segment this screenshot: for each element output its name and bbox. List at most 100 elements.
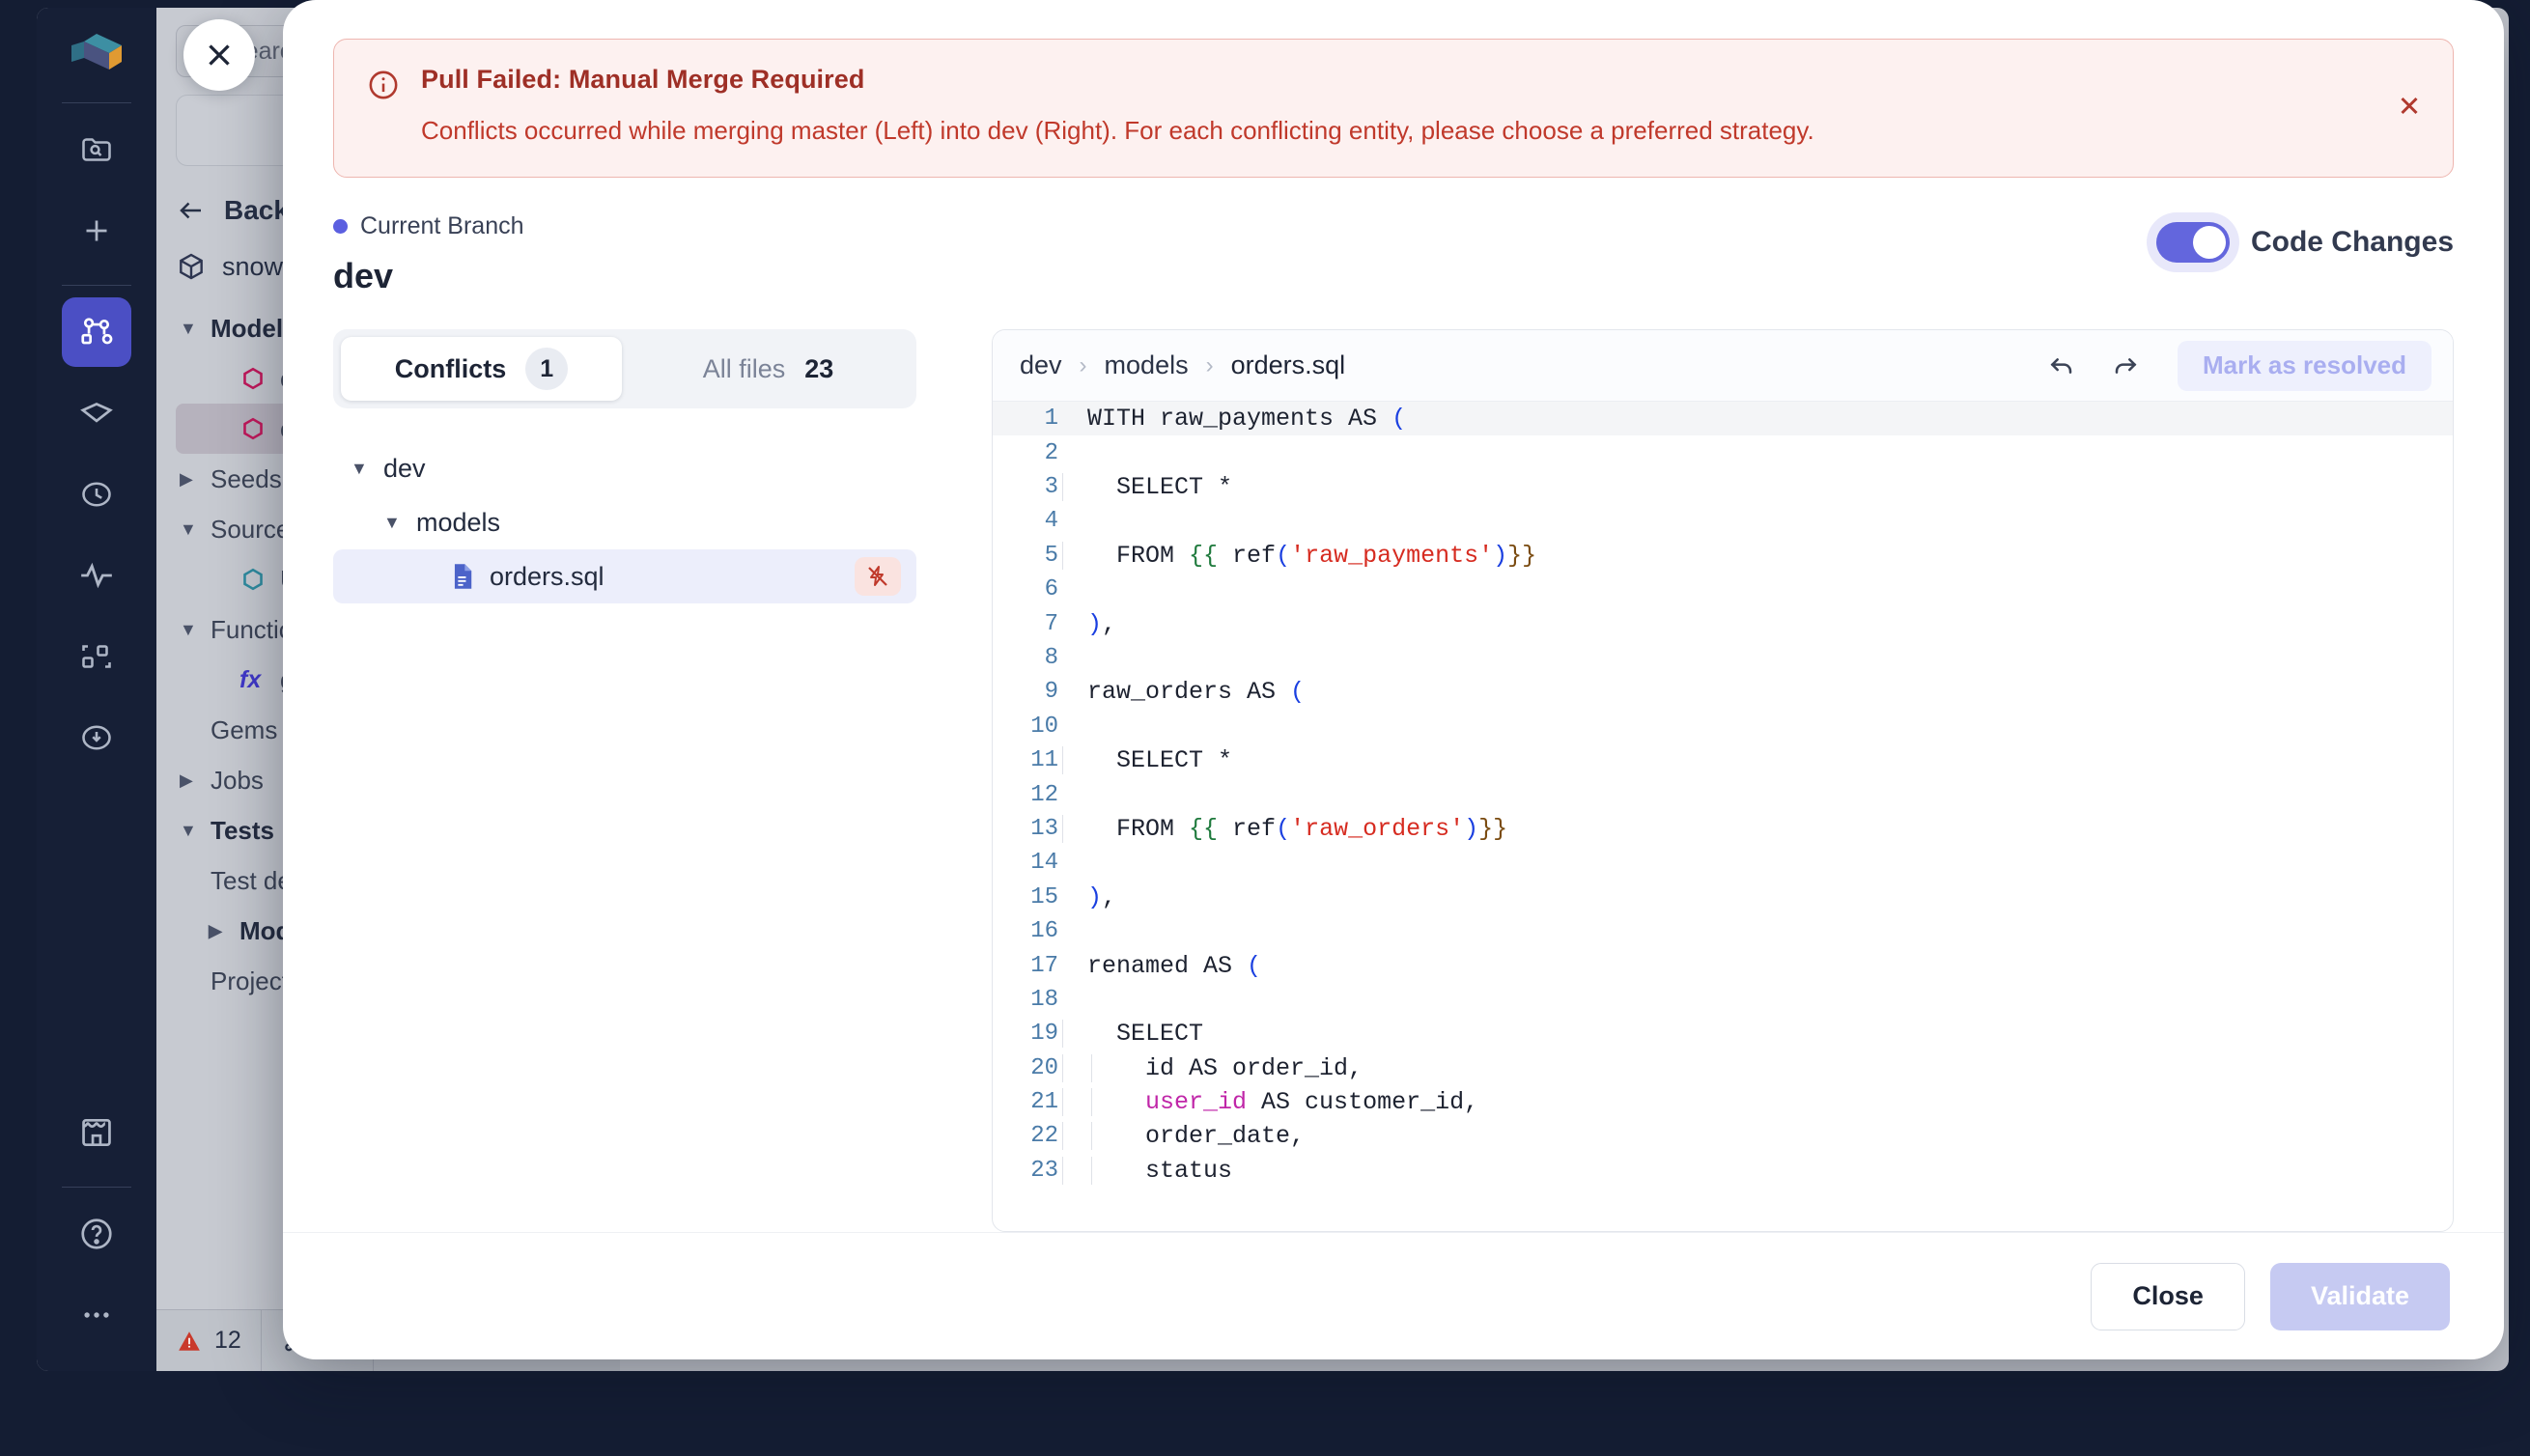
code-line[interactable]: 9 raw_orders AS (: [993, 675, 2453, 709]
code-line[interactable]: 22 order_date,: [993, 1119, 2453, 1153]
tab-conflicts[interactable]: Conflicts 1: [341, 337, 622, 402]
validate-button[interactable]: Validate: [2269, 1262, 2450, 1330]
rail-divider-2: [62, 285, 131, 286]
file-tree-label: orders.sql: [490, 561, 604, 591]
code-token: raw_orders AS: [1087, 678, 1291, 707]
cube-icon: [180, 253, 203, 280]
breadcrumb-2[interactable]: orders.sql: [1231, 350, 1346, 380]
code-changes-label: Code Changes: [2250, 226, 2454, 259]
conflict-zap-icon[interactable]: [855, 557, 901, 597]
line-number: 8: [1044, 645, 1058, 672]
indent-guide: [1091, 1053, 1092, 1082]
line-number: 12: [1030, 781, 1058, 808]
code-line[interactable]: 8: [993, 641, 2453, 675]
code-line[interactable]: 16: [993, 914, 2453, 948]
code-line[interactable]: 1 WITH raw_payments AS (: [993, 402, 2453, 436]
code-token: (: [1247, 951, 1262, 980]
code-token: 'raw_payments': [1290, 541, 1494, 570]
pipeline-graph-icon[interactable]: [62, 297, 131, 367]
code-line[interactable]: 5 FROM {{ ref('raw_payments')}}: [993, 539, 2453, 573]
code-line[interactable]: 19 SELECT: [993, 1017, 2453, 1050]
screen-root: Search Proje Back to snowfl ▼Modelscusor…: [0, 0, 2530, 1456]
tab-label: All files: [702, 353, 786, 383]
code-line[interactable]: 11 SELECT *: [993, 743, 2453, 777]
line-number: 2: [1044, 439, 1058, 466]
file-tree-row[interactable]: ▼ dev: [333, 441, 916, 495]
code-text: SELECT *: [1062, 473, 2453, 502]
file-tree-label: dev: [383, 453, 426, 483]
chevron-right-icon-2: ›: [1205, 351, 1214, 378]
nodes-icon[interactable]: [62, 622, 131, 691]
code-token: (: [1276, 814, 1291, 843]
app-logo[interactable]: [62, 23, 131, 85]
close-button[interactable]: Close: [2091, 1262, 2245, 1330]
code-text: renamed AS (: [1062, 952, 2453, 980]
more-icon[interactable]: [62, 1280, 131, 1350]
code-token: ): [1493, 541, 1508, 570]
code-changes-toggle-group[interactable]: Code Changes: [2155, 222, 2454, 264]
code-token: 'raw_orders': [1290, 814, 1465, 843]
code-changes-toggle[interactable]: [2155, 222, 2230, 264]
help-icon[interactable]: [62, 1199, 131, 1269]
code-token: (: [1290, 678, 1306, 707]
code-line[interactable]: 12: [993, 777, 2453, 811]
code-text: ),: [1062, 610, 2453, 638]
code-line[interactable]: 6: [993, 573, 2453, 606]
code-line[interactable]: 2: [993, 435, 2453, 469]
indent-guide: [1062, 541, 1063, 570]
branch-dot-icon: [333, 219, 348, 235]
code-line[interactable]: 18: [993, 983, 2453, 1017]
code-line[interactable]: 23 status: [993, 1154, 2453, 1188]
mark-as-resolved-button[interactable]: Mark as resolved: [2177, 340, 2432, 391]
code-line[interactable]: 10: [993, 710, 2453, 743]
code-line[interactable]: 14: [993, 846, 2453, 880]
undo-icon[interactable]: [2040, 344, 2085, 388]
alert-close-button[interactable]: [2395, 92, 2424, 126]
tab-all-files[interactable]: All files 23: [628, 337, 909, 401]
search-folder-icon[interactable]: [62, 115, 131, 184]
code-line[interactable]: 7),: [993, 606, 2453, 640]
caret-right-icon: ▶: [180, 770, 193, 790]
line-number: 11: [1030, 747, 1058, 774]
plus-icon[interactable]: [62, 196, 131, 266]
gem-icon[interactable]: [62, 378, 131, 448]
activity-pulse-icon[interactable]: [62, 541, 131, 610]
indent-guide: [1062, 1156, 1063, 1185]
download-icon[interactable]: [62, 703, 131, 772]
project-tree-label: Functio: [211, 614, 294, 644]
file-tree-row[interactable]: ▼ models: [333, 495, 916, 549]
indent-guide: [1062, 746, 1063, 775]
editor-toolbar: dev › models › orders.sql Mark as resolv…: [993, 330, 2453, 403]
tab-count: 23: [804, 353, 834, 383]
code-viewer-card: dev › models › orders.sql Mark as resolv…: [992, 329, 2454, 1232]
chevron-right-icon: ›: [1079, 351, 1087, 378]
close-dialog-fab[interactable]: [183, 19, 255, 91]
project-tree-label: Jobs: [211, 765, 264, 795]
info-circle-icon: [367, 69, 400, 148]
code-line[interactable]: 4: [993, 504, 2453, 538]
project-tree-label: Test de: [211, 865, 292, 895]
model-hex-icon: [239, 415, 268, 442]
line-number: 1: [1044, 406, 1058, 433]
breadcrumb-0[interactable]: dev: [1020, 350, 1062, 380]
code-line[interactable]: 15),: [993, 881, 2453, 914]
code-line[interactable]: 13 FROM {{ ref('raw_orders')}}: [993, 812, 2453, 846]
code-line[interactable]: 20 id AS order_id,: [993, 1051, 2453, 1085]
code-lines[interactable]: 1 WITH raw_payments AS ( 2 3 SELECT * 4 5 FRO…: [993, 402, 2453, 1231]
history-clock-icon[interactable]: [62, 460, 131, 529]
indent-guide: [1062, 1122, 1063, 1151]
status-warnings[interactable]: 12: [156, 1310, 262, 1371]
redo-icon[interactable]: [2102, 344, 2147, 388]
current-branch-row: Current Branch: [333, 212, 524, 240]
store-icon[interactable]: [62, 1098, 131, 1167]
file-tree-row[interactable]: orders.sql: [333, 549, 916, 604]
code-text: raw_orders AS (: [1062, 678, 2453, 706]
indent-guide: [1062, 814, 1063, 843]
code-token: FROM: [1087, 541, 1190, 570]
line-number: 13: [1030, 815, 1058, 842]
code-line[interactable]: 21 user_id AS customer_id,: [993, 1085, 2453, 1119]
code-line[interactable]: 3 SELECT *: [993, 470, 2453, 504]
breadcrumb-1[interactable]: models: [1105, 350, 1189, 380]
caret-right-icon: ▶: [180, 468, 193, 489]
code-line[interactable]: 17 renamed AS (: [993, 948, 2453, 982]
